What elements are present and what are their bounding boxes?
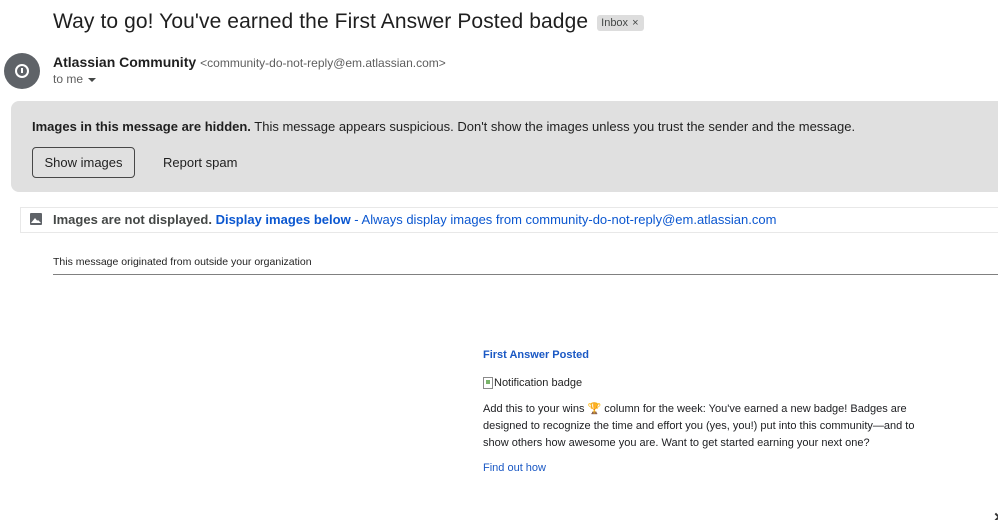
find-out-how-link[interactable]: Find out how [483, 462, 546, 474]
warning-message: Images in this message are hidden. This … [32, 119, 855, 134]
images-hidden-bold: Images are not displayed. [53, 212, 212, 227]
images-hidden-bar: Images are not displayed. Display images… [20, 207, 998, 233]
link-separator: - [350, 212, 362, 227]
caret-down-icon[interactable] [88, 77, 97, 82]
email-view: Way to go! You've earned the First Answe… [0, 0, 998, 520]
recipient-details-toggle[interactable]: to me [53, 72, 97, 86]
recipient-label: to me [53, 72, 84, 86]
notification-badge-image: Notification badge [483, 377, 943, 389]
chevron-right-icon[interactable] [991, 512, 998, 520]
label-name: Inbox [601, 17, 629, 29]
sender-row: Atlassian Community <community-do-not-re… [53, 54, 446, 70]
email-body: First Answer Posted Notification badge A… [483, 349, 943, 476]
images-hidden-text: Images are not displayed. Display images… [53, 212, 776, 227]
warning-detail: This message appears suspicious. Don't s… [250, 119, 856, 134]
always-display-images-link[interactable]: Always display images from community-do-… [362, 212, 777, 227]
remove-label-icon[interactable]: × [632, 17, 638, 29]
sender-name[interactable]: Atlassian Community [53, 54, 196, 70]
warning-bold: Images in this message are hidden. [32, 119, 251, 134]
subject-row: Way to go! You've earned the First Answe… [53, 10, 644, 34]
divider [53, 274, 998, 275]
warning-circle-icon [15, 64, 29, 78]
suspicious-warning-banner: Images in this message are hidden. This … [11, 101, 998, 192]
report-spam-button[interactable]: Report spam [151, 147, 249, 178]
image-icon [30, 213, 42, 225]
badge-title-link[interactable]: First Answer Posted [483, 349, 943, 361]
display-images-below-link[interactable]: Display images below [216, 212, 351, 227]
sender-email: <community-do-not-reply@em.atlassian.com… [200, 56, 446, 70]
external-sender-notice: This message originated from outside you… [53, 256, 312, 268]
sender-avatar[interactable] [4, 53, 40, 89]
email-subject: Way to go! You've earned the First Answe… [53, 10, 589, 33]
image-alt-text: Notification badge [494, 377, 583, 389]
body-paragraph: Add this to your wins 🏆 column for the w… [483, 403, 915, 449]
show-images-button[interactable]: Show images [32, 147, 135, 178]
inbox-label-chip[interactable]: Inbox × [597, 15, 644, 31]
broken-image-icon [483, 377, 493, 389]
